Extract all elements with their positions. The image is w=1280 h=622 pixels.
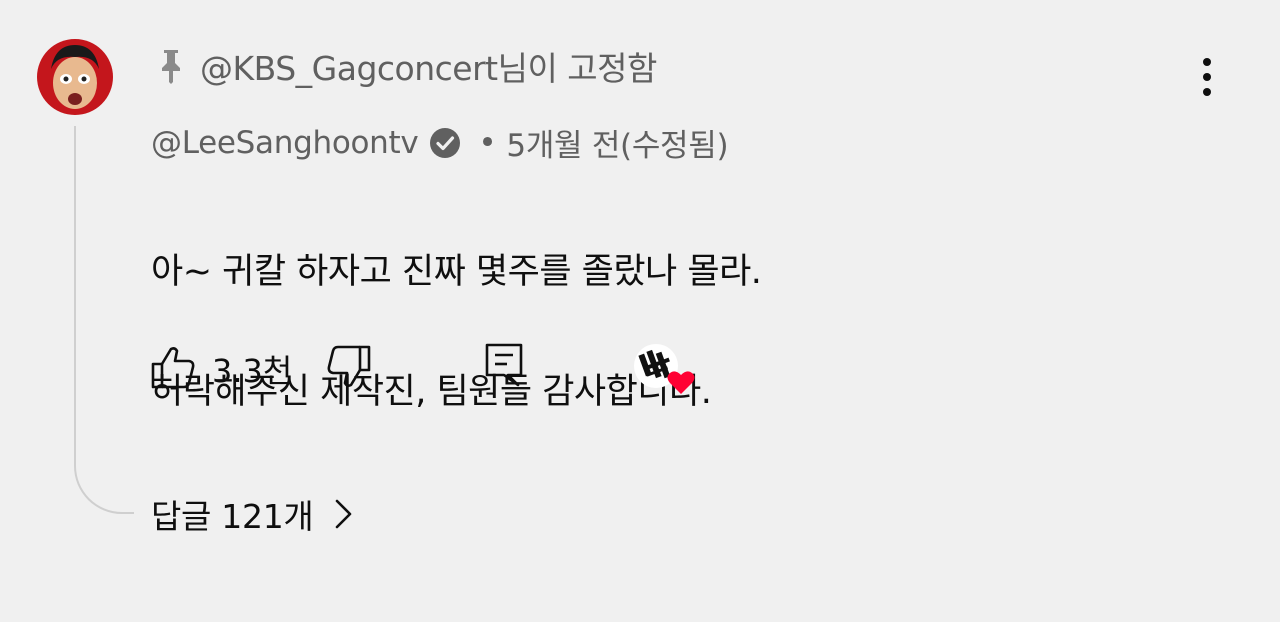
verified-check-icon [428, 126, 462, 160]
more-options-button[interactable] [1190, 55, 1224, 99]
chevron-right-icon [333, 497, 355, 531]
comment-meta: @LeeSanghoontv • 5개월 전(수정됨) [151, 120, 729, 165]
reply-button[interactable] [484, 342, 526, 388]
meta-separator: • [478, 124, 497, 161]
thumbs-up-icon [151, 347, 195, 389]
comment-line-1: 아~ 귀칼 하자고 진짜 몇주를 졸랐나 몰라. [151, 252, 762, 292]
comment-timestamp[interactable]: 5개월 전(수정됨) [506, 120, 728, 165]
like-count: 3.3천 [212, 352, 293, 390]
dislike-button[interactable] [326, 344, 372, 390]
pinned-label: @KBS_Gagconcert님이 고정함 [200, 49, 657, 88]
like-button[interactable] [150, 344, 196, 390]
thumbs-down-icon [327, 345, 371, 387]
commenter-avatar[interactable] [37, 39, 113, 115]
creator-heart[interactable] [632, 340, 700, 400]
creator-heart-icon [634, 344, 695, 394]
avatar-image [37, 39, 113, 115]
comment-actions: 3.3천 [150, 340, 750, 396]
pin-icon [158, 48, 184, 84]
comment-thread: @KBS_Gagconcert님이 고정함 @LeeSanghoontv • 5… [0, 0, 1280, 622]
view-replies-button[interactable]: 답글 121개 [151, 490, 355, 538]
pinned-indicator: @KBS_Gagconcert님이 고정함 [158, 42, 657, 90]
author-name[interactable]: @LeeSanghoontv [151, 125, 419, 161]
thread-connector-line [74, 126, 134, 514]
comment-reply-icon [485, 343, 523, 387]
comment-body: 아~ 귀칼 하자고 진짜 몇주를 졸랐나 몰라. 허락해주신 제작진, 팀원들 … [151, 182, 1151, 482]
replies-count-label: 답글 121개 [151, 497, 314, 536]
more-vertical-icon [1203, 58, 1211, 96]
